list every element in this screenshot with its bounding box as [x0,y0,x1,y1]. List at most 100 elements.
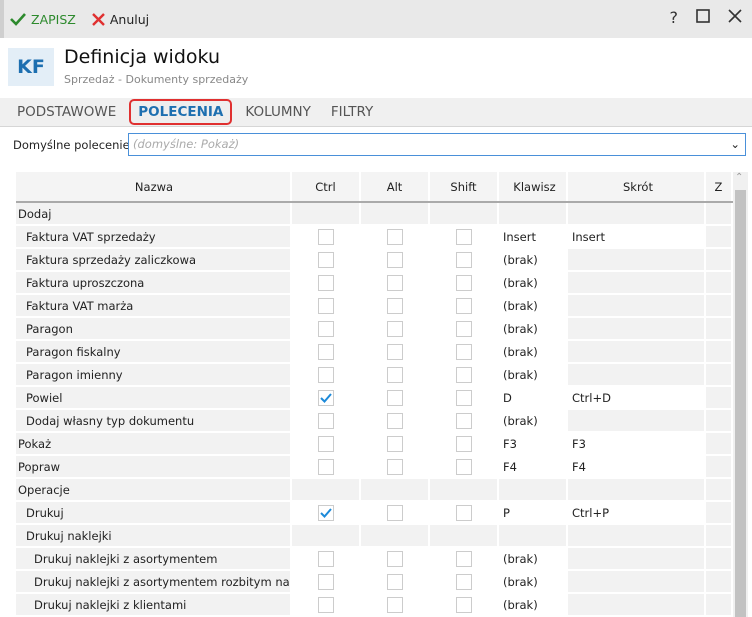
ctrl-checkbox[interactable] [317,596,334,613]
alt-checkbox[interactable] [386,504,403,521]
shift-checkbox[interactable] [455,596,472,613]
alt-checkbox[interactable] [386,412,403,429]
alt-checkbox[interactable] [386,251,403,268]
alt-checkbox[interactable] [386,573,403,590]
table-row[interactable]: Drukuj naklejki z asortymentem rozbitym … [16,571,733,594]
cancel-button[interactable]: Anuluj [91,12,149,27]
table-row[interactable]: Popraw F4 F4 [16,456,733,479]
ctrl-checkbox[interactable] [317,320,334,337]
table-row[interactable]: Dodaj [16,203,733,226]
key-cell[interactable]: (brak) [499,364,568,385]
key-cell[interactable]: P [499,502,568,523]
help-button[interactable]: ? [670,8,679,27]
ctrl-checkbox[interactable] [317,274,334,291]
tab-podstawowe[interactable]: PODSTAWOWE [10,99,123,125]
ctrl-checkbox[interactable] [317,228,334,245]
shift-checkbox[interactable] [455,297,472,314]
key-cell[interactable]: (brak) [499,548,568,569]
ctrl-checkbox[interactable] [317,343,334,360]
alt-checkbox[interactable] [386,596,403,613]
close-window-button[interactable] [728,8,742,27]
shift-checkbox[interactable] [455,504,472,521]
ctrl-checkbox[interactable] [317,435,334,452]
table-row[interactable]: Pokaż F3 F3 [16,433,733,456]
table-row[interactable]: Dodaj własny typ dokumentu (brak) [16,410,733,433]
key-cell[interactable]: (brak) [499,341,568,362]
alt-checkbox[interactable] [386,228,403,245]
key-cell[interactable]: (brak) [499,295,568,316]
alt-checkbox[interactable] [386,343,403,360]
shift-checkbox[interactable] [455,412,472,429]
shift-checkbox[interactable] [455,228,472,245]
key-cell[interactable]: (brak) [499,410,568,431]
column-header[interactable]: Ctrl [292,172,361,201]
key-cell[interactable]: D [499,387,568,408]
ctrl-checkbox[interactable] [317,389,334,406]
column-header[interactable]: Z [706,172,733,201]
table-row[interactable]: Drukuj naklejki z asortymentem (brak) [16,548,733,571]
scroll-up-icon[interactable]: ⌃ [735,172,743,183]
column-header[interactable]: Alt [361,172,430,201]
alt-checkbox[interactable] [386,435,403,452]
ctrl-checkbox[interactable] [317,366,334,383]
save-button[interactable]: ZAPISZ [10,12,76,27]
key-cell[interactable]: Insert [499,226,568,247]
key-cell[interactable]: (brak) [499,571,568,592]
table-row[interactable]: Drukuj P Ctrl+P [16,502,733,525]
key-cell[interactable]: (brak) [499,318,568,339]
alt-checkbox[interactable] [386,389,403,406]
key-cell[interactable]: F3 [499,433,568,454]
ctrl-checkbox[interactable] [317,412,334,429]
shift-checkbox[interactable] [455,573,472,590]
key-cell[interactable]: (brak) [499,272,568,293]
shift-checkbox[interactable] [455,435,472,452]
table-row[interactable]: Faktura VAT marża (brak) [16,295,733,318]
ctrl-checkbox[interactable] [317,550,334,567]
default-command-select[interactable]: (domyślne: Pokaż) ⌄ [128,133,746,156]
ctrl-checkbox[interactable] [317,573,334,590]
shift-checkbox[interactable] [455,389,472,406]
tab-polecenia[interactable]: POLECENIA [129,99,233,125]
scrollbar-thumb[interactable] [735,190,746,617]
table-row[interactable]: Paragon (brak) [16,318,733,341]
table-row[interactable]: Powiel D Ctrl+D [16,387,733,410]
column-header[interactable]: Shift [430,172,499,201]
column-header[interactable]: Klawisz [499,172,568,201]
alt-checkbox[interactable] [386,320,403,337]
table-row[interactable]: Paragon imienny (brak) [16,364,733,387]
shift-checkbox[interactable] [455,550,472,567]
column-header[interactable]: Nazwa [16,172,292,201]
column-header[interactable]: Skrót [568,172,706,201]
tab-kolumny[interactable]: KOLUMNY [238,99,317,125]
header: KF Definicja widoku Sprzedaż - Dokumenty… [4,38,752,98]
key-cell[interactable]: F4 [499,456,568,477]
key-cell[interactable]: (brak) [499,249,568,270]
table-row[interactable]: Operacje [16,479,733,502]
table-row[interactable]: Paragon fiskalny (brak) [16,341,733,364]
table-row[interactable]: Drukuj naklejki z klientami (brak) [16,594,733,617]
ctrl-checkbox[interactable] [317,458,334,475]
table-row[interactable]: Faktura VAT sprzedaży Insert Insert [16,226,733,249]
alt-checkbox[interactable] [386,366,403,383]
table-row[interactable]: Faktura uproszczona (brak) [16,272,733,295]
table-row[interactable]: Faktura sprzedaży zaliczkowa (brak) [16,249,733,272]
shift-checkbox[interactable] [455,251,472,268]
alt-checkbox[interactable] [386,297,403,314]
shift-checkbox[interactable] [455,458,472,475]
shift-checkbox[interactable] [455,366,472,383]
alt-checkbox[interactable] [386,274,403,291]
alt-checkbox[interactable] [386,550,403,567]
tab-filtry[interactable]: FILTRY [324,99,380,125]
z-cell [706,203,733,224]
shift-checkbox[interactable] [455,343,472,360]
ctrl-checkbox[interactable] [317,251,334,268]
maximize-button[interactable] [696,8,710,27]
ctrl-checkbox[interactable] [317,297,334,314]
vertical-scrollbar[interactable]: ⌃ [733,172,748,617]
key-cell[interactable]: (brak) [499,594,568,615]
shift-checkbox[interactable] [455,320,472,337]
alt-checkbox[interactable] [386,458,403,475]
ctrl-checkbox[interactable] [317,504,334,521]
table-row[interactable]: Drukuj naklejki [16,525,733,548]
shift-checkbox[interactable] [455,274,472,291]
